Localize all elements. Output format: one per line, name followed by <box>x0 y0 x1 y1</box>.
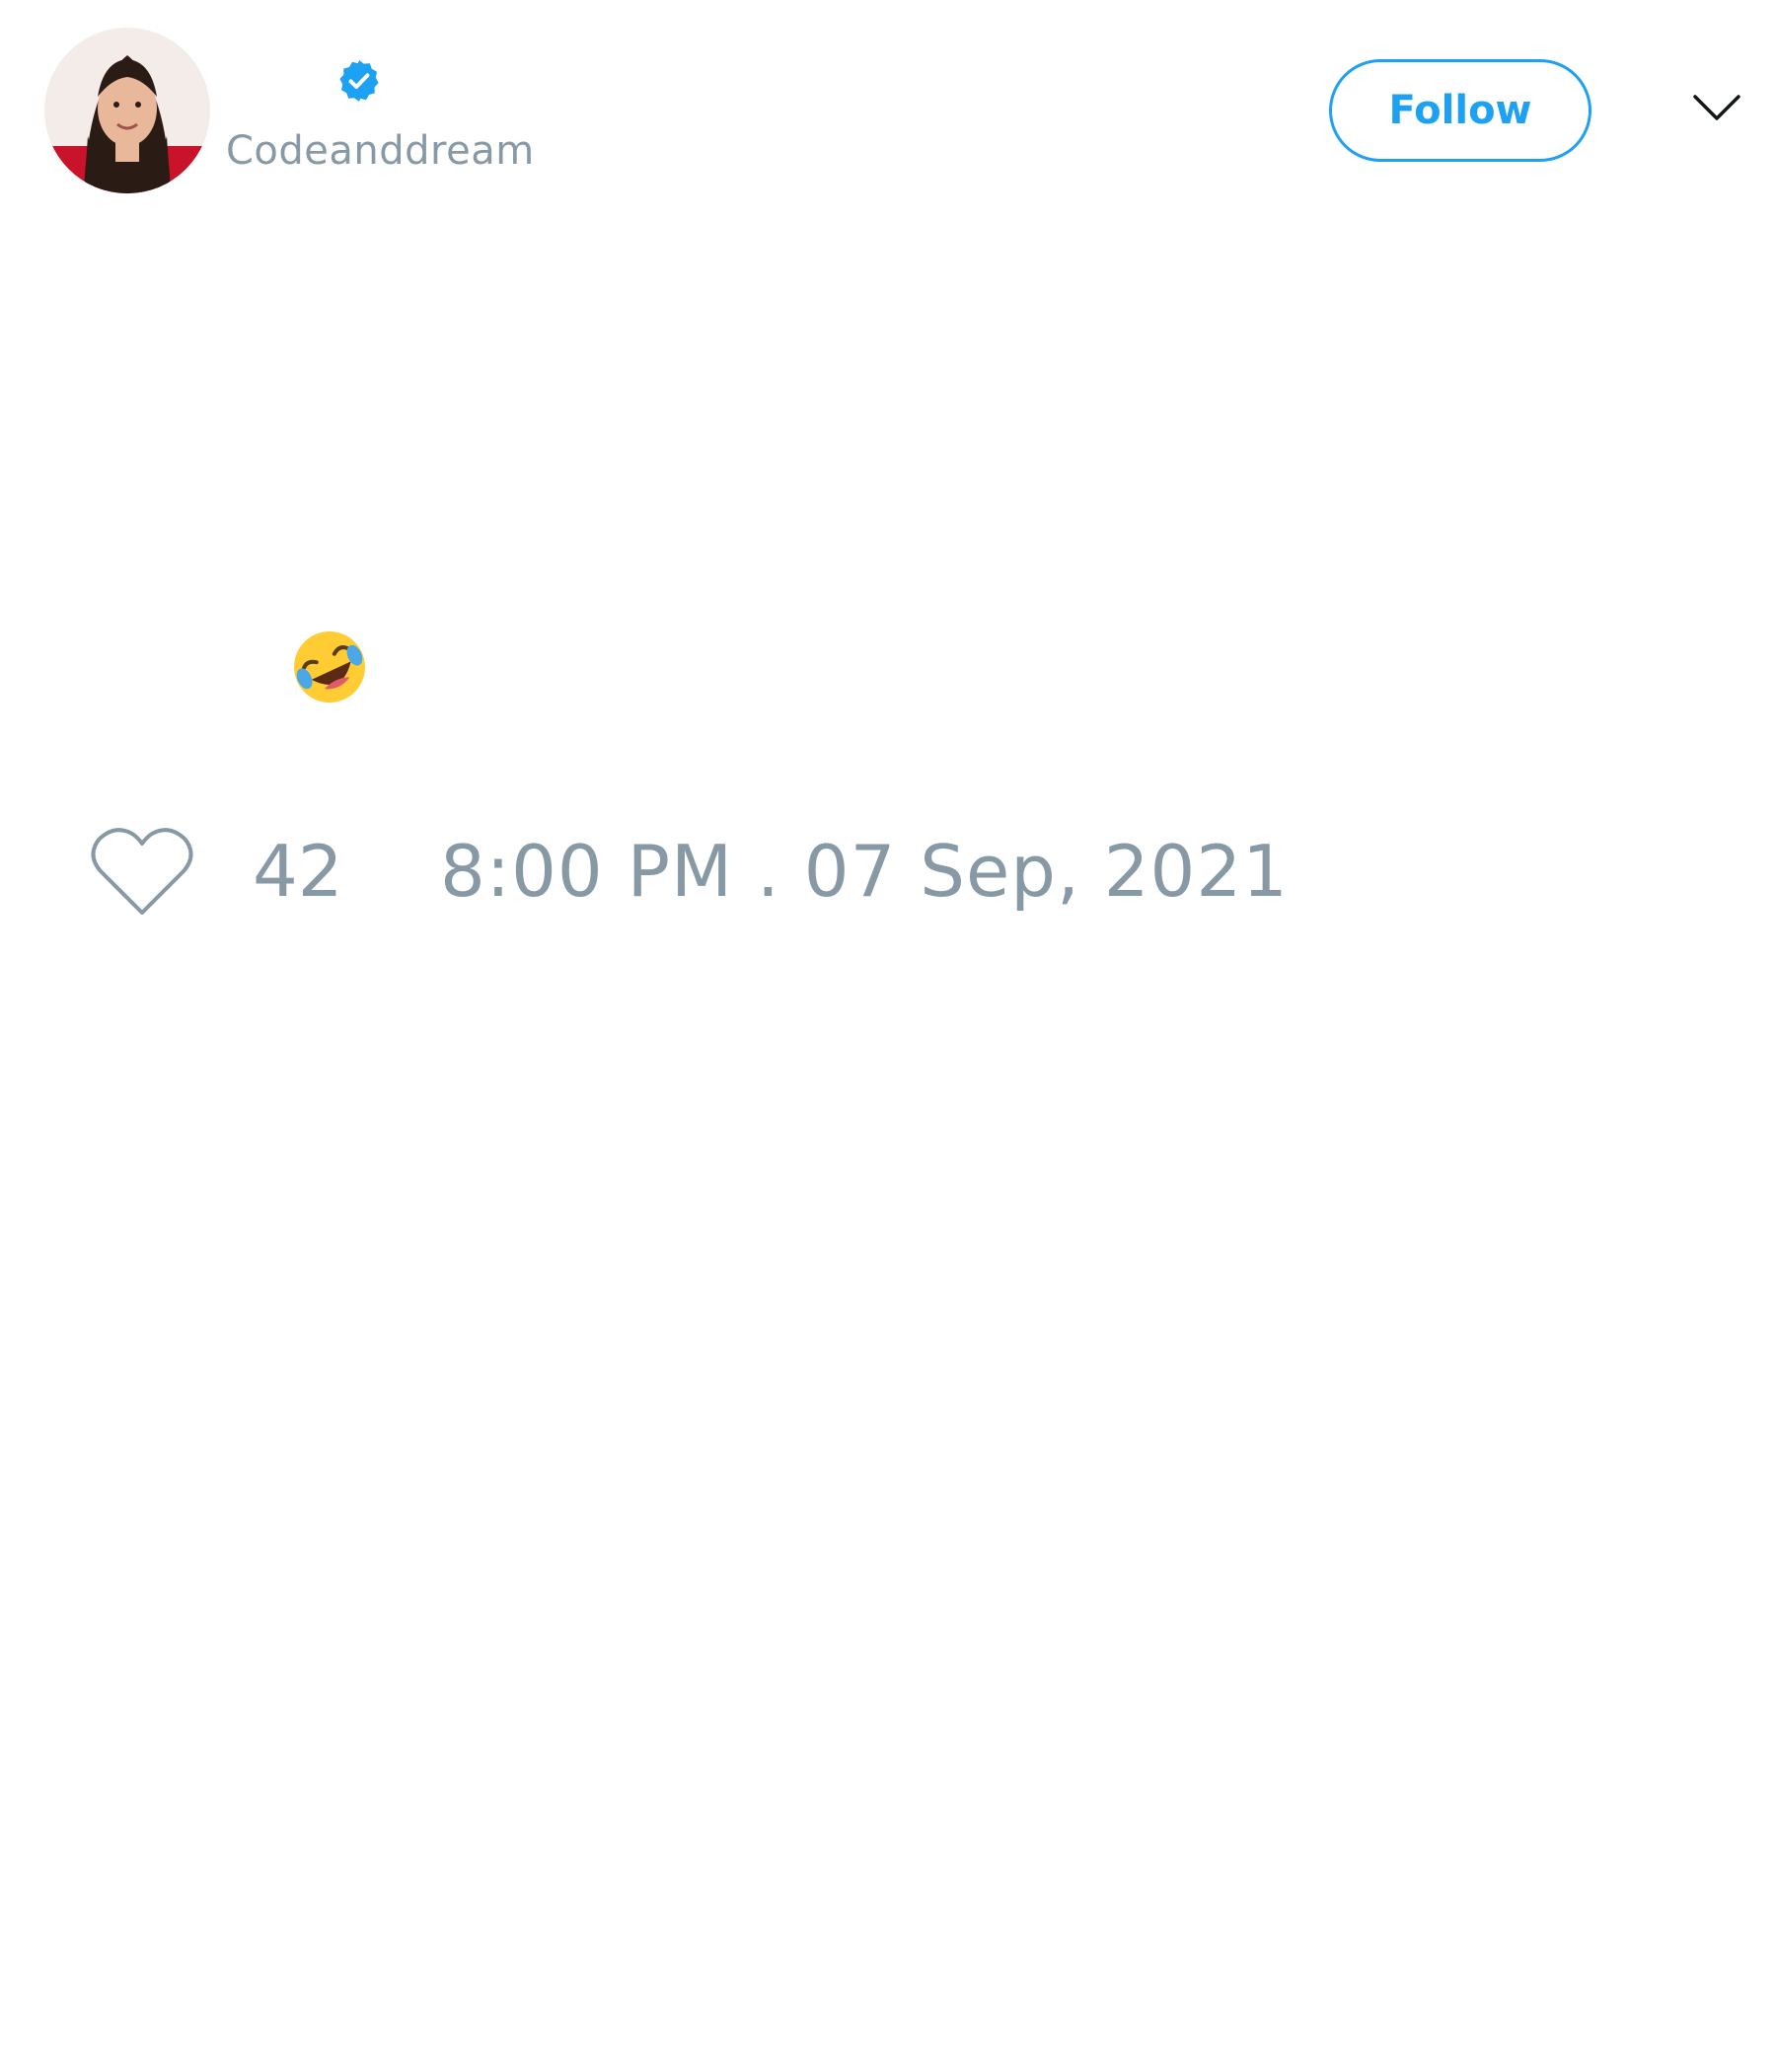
avatar[interactable] <box>44 28 210 193</box>
username[interactable]: Codeanddream <box>226 126 535 176</box>
profile-photo <box>44 28 210 193</box>
timestamp[interactable]: 8:00 PM . 07 Sep, 2021 <box>440 827 1289 916</box>
chevron-down-icon[interactable] <box>1692 91 1741 124</box>
like-count: 42 <box>253 830 343 913</box>
verified-badge-icon <box>339 60 379 102</box>
follow-button[interactable]: Follow <box>1329 59 1591 162</box>
rolling-laughing-emoji <box>294 631 365 703</box>
tweet-card: Codeanddream Follow 42 8:00 PM . 07 Sep,… <box>0 0 1776 2072</box>
heart-icon[interactable] <box>89 824 195 919</box>
